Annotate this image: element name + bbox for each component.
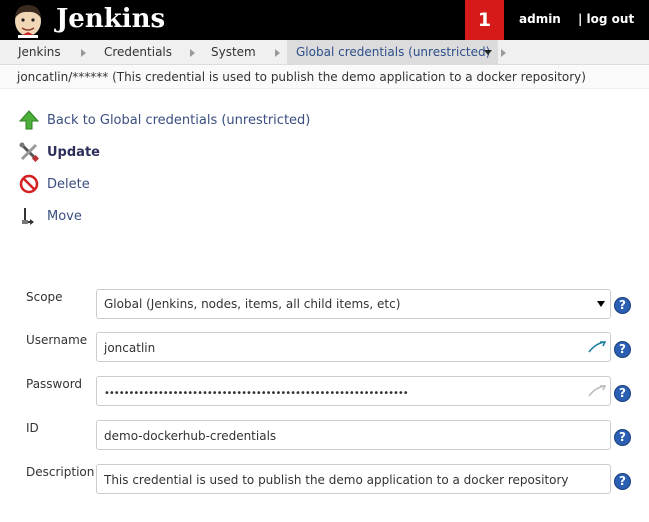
notification-badge[interactable]: 1: [465, 0, 504, 40]
id-label: ID: [26, 421, 39, 435]
update-link[interactable]: Update: [47, 145, 100, 160]
back-link[interactable]: Back to Global credentials (unrestricted…: [47, 113, 310, 128]
breadcrumb-separator-icon[interactable]: [275, 49, 280, 57]
delete-link[interactable]: Delete: [47, 177, 90, 192]
jenkins-logo-icon[interactable]: [8, 2, 48, 38]
username-field[interactable]: joncatlin: [96, 332, 611, 362]
password-field[interactable]: ••••••••••••••••••••••••••••••••••••••••…: [96, 376, 611, 406]
id-field[interactable]: demo-dockerhub-credentials: [96, 420, 611, 450]
breadcrumb: Jenkins Credentials System Global creden…: [0, 40, 649, 65]
delete-icon: [18, 173, 40, 195]
logout-link[interactable]: | log out: [578, 12, 634, 26]
top-header: Jenkins 1 admin | log out: [0, 0, 649, 40]
breadcrumb-system[interactable]: System: [211, 45, 256, 59]
description-value: This credential is used to publish the d…: [104, 473, 569, 487]
wrench-screwdriver-icon: [18, 141, 40, 163]
scope-help-icon[interactable]: ?: [614, 297, 631, 314]
brand-title[interactable]: Jenkins: [56, 3, 165, 35]
up-arrow-icon: [18, 109, 40, 131]
breadcrumb-separator-icon[interactable]: [190, 49, 195, 57]
back-task[interactable]: Back to Global credentials (unrestricted…: [18, 109, 310, 131]
dropdown-arrow-icon[interactable]: [597, 301, 605, 307]
username-label: Username: [26, 333, 88, 347]
password-help-icon[interactable]: ?: [614, 385, 631, 402]
id-value: demo-dockerhub-credentials: [104, 429, 277, 443]
description-help-icon[interactable]: ?: [614, 473, 631, 490]
delete-task[interactable]: Delete: [18, 173, 90, 195]
breadcrumb-credentials[interactable]: Credentials: [104, 45, 172, 59]
password-manager-key-icon[interactable]: [588, 384, 607, 398]
user-link[interactable]: admin: [519, 12, 561, 26]
scope-select[interactable]: Global (Jenkins, nodes, items, all child…: [96, 289, 611, 319]
id-help-icon[interactable]: ?: [614, 429, 631, 446]
chevron-down-icon[interactable]: [484, 50, 492, 55]
scope-label: Scope: [26, 290, 63, 304]
breadcrumb-jenkins[interactable]: Jenkins: [18, 45, 61, 59]
description-label: Description: [26, 465, 95, 479]
credential-subtitle: joncatlin/****** (This credential is use…: [0, 65, 649, 89]
move-task[interactable]: Move: [18, 205, 82, 227]
breadcrumb-separator-icon[interactable]: [501, 49, 506, 57]
password-manager-key-icon[interactable]: [588, 340, 607, 354]
scope-value: Global (Jenkins, nodes, items, all child…: [104, 297, 401, 311]
move-link[interactable]: Move: [47, 209, 82, 224]
update-task[interactable]: Update: [18, 141, 100, 163]
username-help-icon[interactable]: ?: [614, 341, 631, 358]
password-label: Password: [26, 377, 83, 391]
breadcrumb-separator-icon[interactable]: [81, 49, 86, 57]
breadcrumb-global-credentials[interactable]: Global credentials (unrestricted): [296, 45, 490, 59]
username-value: joncatlin: [104, 341, 156, 355]
password-value: ••••••••••••••••••••••••••••••••••••••••…: [104, 388, 409, 399]
move-icon: [18, 205, 40, 227]
description-field[interactable]: This credential is used to publish the d…: [96, 464, 611, 494]
